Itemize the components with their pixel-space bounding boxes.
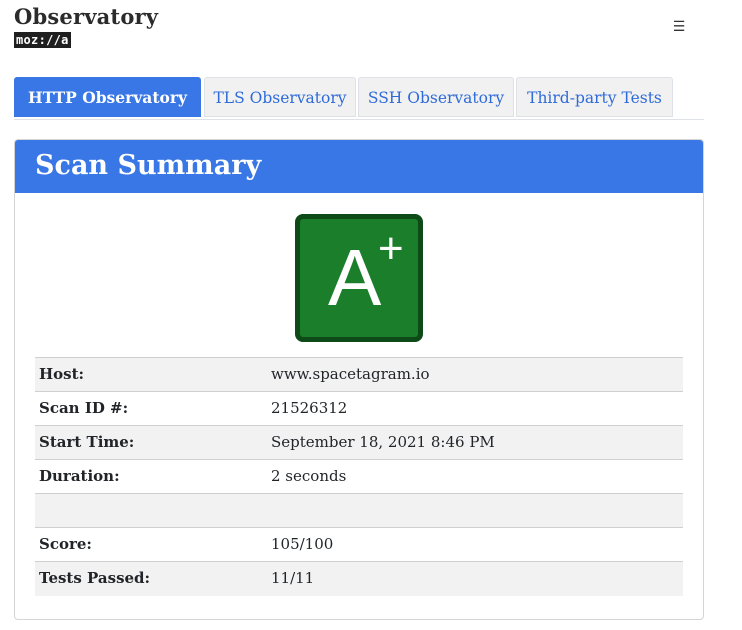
table-row-tests-passed: Tests Passed: 11/11 (35, 562, 683, 596)
row-value: September 18, 2021 8:46 PM (271, 433, 495, 451)
table-row-empty (35, 494, 683, 528)
card-title: Scan Summary (35, 150, 262, 181)
grade-modifier: + (378, 224, 404, 273)
tab-third-party-tests[interactable]: Third-party Tests (516, 77, 673, 117)
row-value: 2 seconds (271, 467, 347, 485)
row-label: Duration: (39, 467, 120, 485)
row-label: Score: (39, 535, 92, 553)
summary-table: Host: www.spacetagram.io Scan ID #: 2152… (35, 357, 683, 596)
tab-ssh-observatory[interactable]: SSH Observatory (358, 77, 514, 117)
hamburger-menu-icon[interactable]: ☰ (670, 18, 688, 36)
row-label: Scan ID #: (39, 399, 129, 417)
table-row-score: Score: 105/100 (35, 528, 683, 562)
brand-title[interactable]: Observatory (14, 4, 158, 29)
mozilla-logo[interactable]: moz://a (14, 32, 71, 48)
grade-letter: A (328, 233, 382, 322)
card-header: Scan Summary (15, 140, 703, 193)
row-label: Host: (39, 365, 85, 383)
row-value: 21526312 (271, 399, 348, 417)
grade-badge: A + (295, 214, 423, 342)
table-row-scan-id: Scan ID #: 21526312 (35, 392, 683, 426)
observatory-tabs: HTTP Observatory TLS Observatory SSH Obs… (14, 77, 704, 120)
table-row-duration: Duration: 2 seconds (35, 460, 683, 494)
row-value: 105/100 (271, 535, 334, 553)
row-label: Start Time: (39, 433, 135, 451)
tab-http-observatory[interactable]: HTTP Observatory (14, 77, 201, 117)
row-label: Tests Passed: (39, 569, 151, 587)
row-value: www.spacetagram.io (271, 365, 430, 383)
row-value: 11/11 (271, 569, 315, 587)
scan-summary-card: Scan Summary A + Host: www.spacetagram.i… (14, 139, 704, 620)
tab-tls-observatory[interactable]: TLS Observatory (204, 77, 356, 117)
table-row-start-time: Start Time: September 18, 2021 8:46 PM (35, 426, 683, 460)
table-row-host: Host: www.spacetagram.io (35, 358, 683, 392)
